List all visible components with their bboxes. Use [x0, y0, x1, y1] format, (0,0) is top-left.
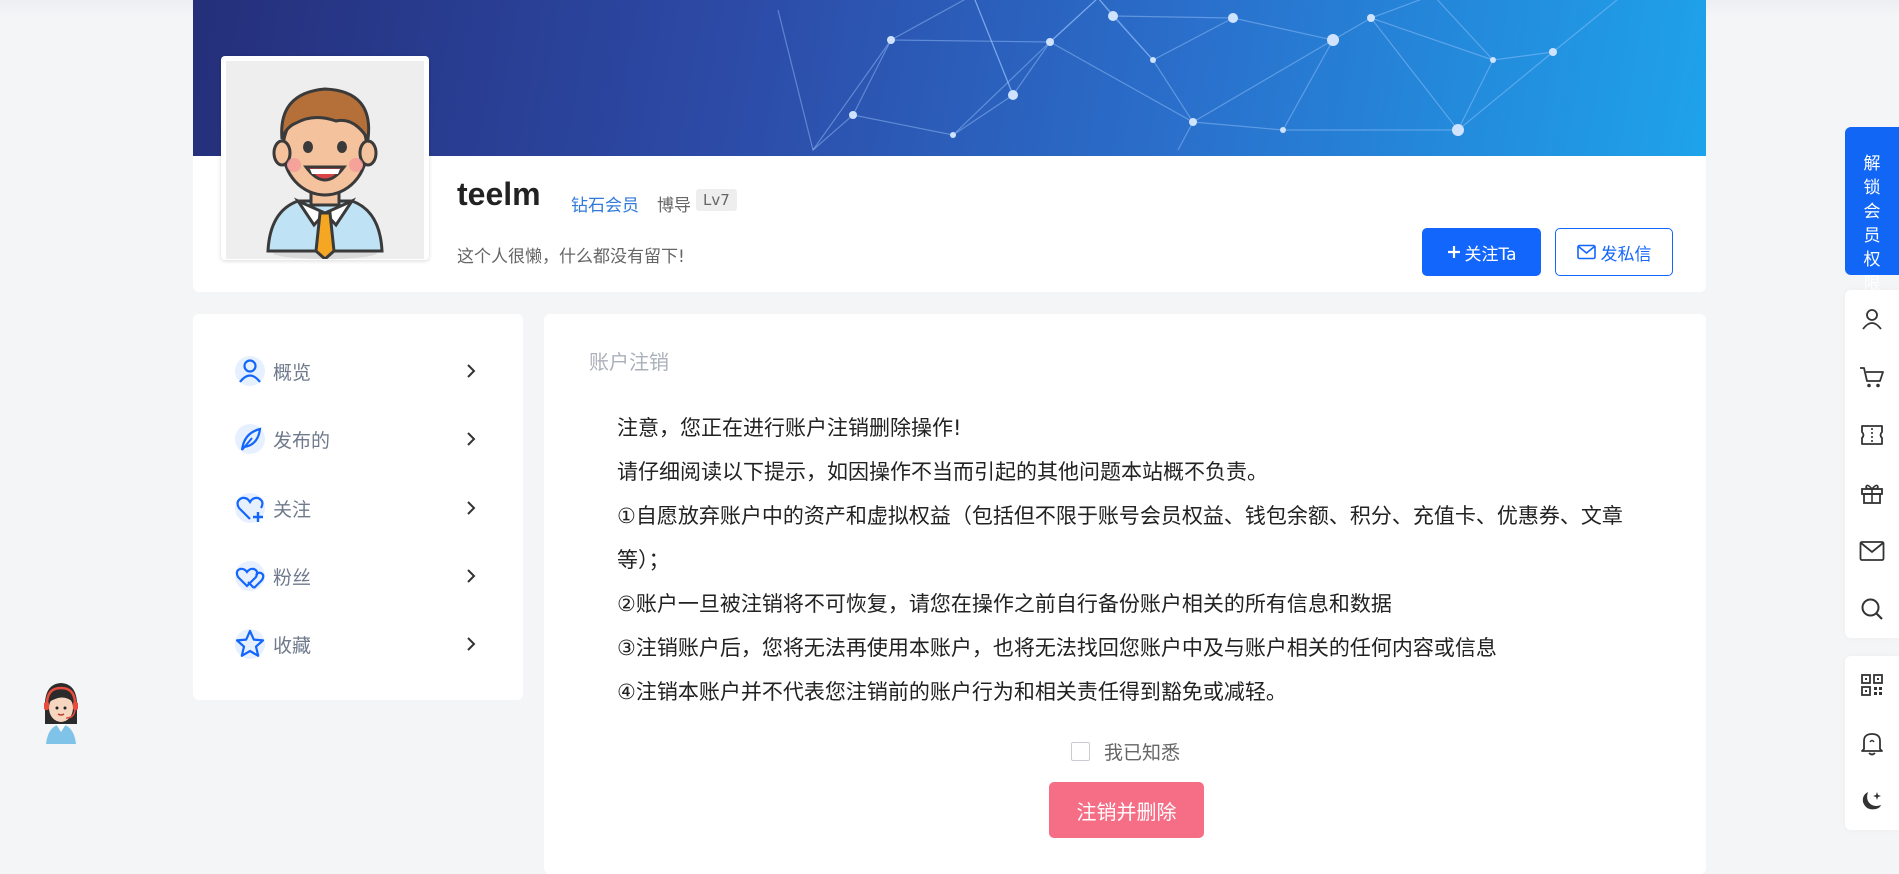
float-qrcode-button[interactable] — [1845, 656, 1899, 714]
section-title: 账户注销 — [589, 350, 669, 374]
float-user-button[interactable] — [1845, 290, 1899, 348]
follow-label: 关注Ta — [1464, 244, 1517, 265]
send-message-button[interactable]: 发私信 — [1555, 228, 1673, 276]
double-heart-icon — [233, 559, 267, 593]
acknowledge-checkbox-row[interactable]: 我已知悉 — [1071, 738, 1180, 765]
chevron-right-icon — [467, 637, 476, 651]
float-toolbar — [1845, 290, 1899, 638]
chevron-right-icon — [467, 364, 476, 378]
sidebar-item-label: 发布的 — [273, 429, 331, 452]
level-badge: Lv7 — [696, 189, 737, 211]
search-icon — [1861, 598, 1883, 620]
sidebar-item-label: 粉丝 — [273, 566, 312, 589]
ticket-icon — [1861, 425, 1883, 445]
bell-icon — [1861, 733, 1883, 756]
chevron-right-icon — [467, 569, 476, 583]
mail-icon — [1859, 541, 1885, 561]
notice-line: ③注销账户后，您将无法再使用本账户，也将无法找回您账户中及与账户相关的任何内容或… — [617, 636, 1497, 660]
float-notification-button[interactable] — [1845, 714, 1899, 772]
moon-icon — [1862, 792, 1881, 810]
star-icon — [233, 627, 267, 661]
customer-service-avatar[interactable] — [36, 678, 86, 746]
chevron-right-icon — [467, 501, 476, 515]
notice-line: ①自愿放弃账户中的资产和虚拟权益（包括但不限于账号会员权益、钱包余额、积分、充值… — [617, 504, 1623, 572]
float-message-button[interactable] — [1845, 522, 1899, 580]
feather-icon — [233, 422, 267, 456]
float-search-button[interactable] — [1845, 580, 1899, 638]
float-darkmode-button[interactable] — [1845, 772, 1899, 830]
avatar-illustration — [266, 87, 384, 259]
account-deletion-panel: 账户注销 注意，您正在进行账户注销删除操作! 请仔细阅读以下提示，如因操作不当而… — [544, 314, 1706, 874]
acknowledge-checkbox[interactable] — [1071, 742, 1090, 761]
gift-icon — [1861, 484, 1883, 504]
notice-line: 请仔细阅读以下提示，如因操作不当而引起的其他问题本站概不负责。 — [617, 460, 1268, 484]
float-cart-button[interactable] — [1845, 348, 1899, 406]
notice-line: 注意，您正在进行账户注销删除操作! — [617, 416, 962, 440]
delete-account-button[interactable]: 注销并删除 — [1049, 782, 1204, 838]
user-icon — [233, 354, 267, 388]
float-gift-button[interactable] — [1845, 464, 1899, 522]
avatar[interactable] — [221, 56, 429, 260]
acknowledge-label[interactable]: 我已知悉 — [1104, 738, 1180, 765]
username: teelm — [457, 176, 541, 212]
float-toolbar-secondary — [1845, 656, 1899, 830]
role-label: 博导 — [657, 196, 691, 216]
user-nav-menu: 概览 发布的 关注 粉丝 收藏 — [193, 314, 523, 700]
sidebar-item-label: 收藏 — [273, 634, 312, 657]
follow-button[interactable]: 关注Ta — [1422, 228, 1541, 276]
sidebar-item-label: 关注 — [273, 498, 312, 521]
sidebar-item-fans[interactable]: 粉丝 — [233, 556, 483, 596]
sidebar-item-favorites[interactable]: 收藏 — [233, 624, 483, 664]
sidebar-item-published[interactable]: 发布的 — [233, 419, 483, 459]
mail-icon — [1576, 244, 1596, 260]
cart-icon — [1860, 367, 1884, 388]
send-message-label: 发私信 — [1600, 244, 1652, 265]
user-bio: 这个人很懒，什么都没有留下! — [457, 247, 685, 267]
heart-plus-icon — [233, 491, 267, 525]
deletion-notice: 注意，您正在进行账户注销删除操作! 请仔细阅读以下提示，如因操作不当而引起的其他… — [617, 406, 1657, 714]
chevron-right-icon — [467, 432, 476, 446]
notice-line: ②账户一旦被注销将不可恢复，请您在操作之前自行备份账户相关的所有信息和数据 — [617, 592, 1392, 616]
qrcode-icon — [1861, 674, 1883, 696]
plus-icon — [1447, 246, 1460, 258]
unlock-vip-button[interactable]: 解锁会员权限 — [1845, 127, 1899, 294]
sidebar-item-overview[interactable]: 概览 — [233, 351, 483, 391]
sidebar-item-following[interactable]: 关注 — [233, 488, 483, 528]
sidebar-item-label: 概览 — [273, 361, 312, 384]
float-coupon-button[interactable] — [1845, 406, 1899, 464]
notice-line: ④注销本账户并不代表您注销前的账户行为和相关责任得到豁免或减轻。 — [617, 680, 1287, 704]
profile-card: teelm 钻石会员 博导 Lv7 这个人很懒，什么都没有留下! 关注Ta 发私… — [193, 0, 1706, 292]
vip-badge[interactable]: 钻石会员 — [571, 191, 639, 216]
user-icon — [1862, 309, 1882, 330]
unlock-vip-label: 解锁会员权限 — [1863, 154, 1881, 294]
